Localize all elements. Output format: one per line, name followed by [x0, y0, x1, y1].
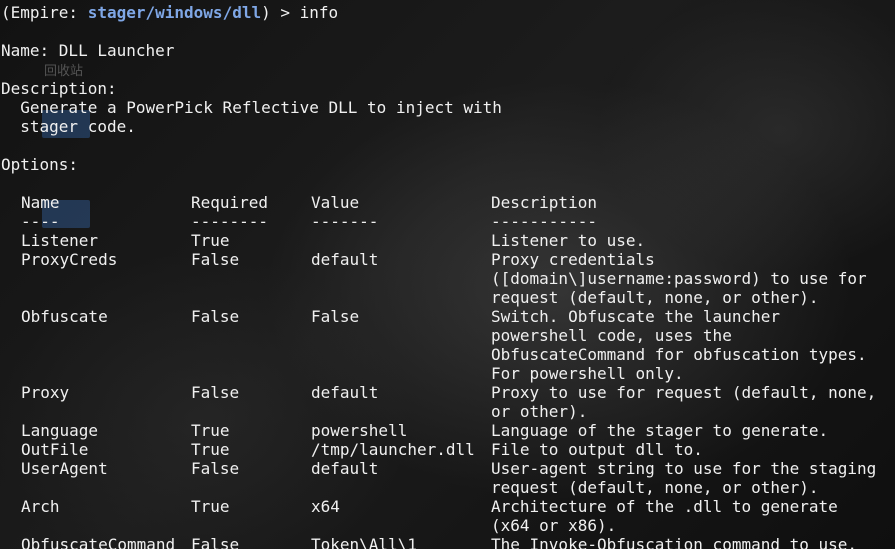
option-description: For powershell only. [491, 364, 684, 383]
option-description: request (default, none, or other). [491, 288, 819, 307]
option-name: Obfuscate [21, 307, 108, 326]
option-value: /tmp/launcher.dll [311, 440, 475, 459]
option-description: User-agent string to use for the staging [491, 459, 877, 478]
description-line: Generate a PowerPick Reflective DLL to i… [1, 98, 502, 117]
option-required: False [191, 307, 240, 326]
option-name: UserAgent [21, 459, 108, 478]
description-line: stager code. [1, 117, 136, 136]
option-description: Proxy credentials [491, 250, 655, 269]
option-description: Proxy to use for request (default, none, [491, 383, 877, 402]
option-name: ProxyCreds [21, 250, 118, 269]
option-value: default [311, 459, 379, 478]
option-required: True [191, 421, 230, 440]
option-required: True [191, 231, 230, 250]
option-required: False [191, 459, 240, 478]
option-value: False [311, 307, 360, 326]
prompt-module: stager/windows/dll [87, 3, 262, 22]
option-description: Listener to use. [491, 231, 646, 250]
option-name: Language [21, 421, 99, 440]
option-value: default [311, 250, 379, 269]
option-description: ObfuscateCommand for obfuscation types. [491, 345, 867, 364]
option-value: x64 [311, 497, 340, 516]
module-name: Name: DLL Launcher [1, 41, 175, 60]
column-underline: ------- [311, 212, 379, 231]
option-required: False [191, 383, 240, 402]
option-description: Language of the stager to generate. [491, 421, 829, 440]
option-name: Arch [21, 497, 60, 516]
column-header-name: Name [21, 193, 60, 212]
column-underline: ---- [21, 212, 60, 231]
option-required: False [191, 535, 240, 549]
option-required: True [191, 497, 230, 516]
option-name: Listener [21, 231, 99, 250]
option-description: or other). [491, 402, 588, 421]
column-header-value: Value [311, 193, 360, 212]
option-description: Switch. Obfuscate the launcher [491, 307, 780, 326]
column-underline: -------- [191, 212, 269, 231]
terminal-window[interactable]: 回收站 (Empire: stager/windows/dll) > info … [0, 0, 895, 549]
recycle-bin-label: 回收站 [44, 64, 84, 79]
option-required: False [191, 250, 240, 269]
option-name: OutFile [21, 440, 89, 459]
option-description: File to output dll to. [491, 440, 703, 459]
option-description: Architecture of the .dll to generate [491, 497, 838, 516]
option-name: ObfuscateCommand [21, 535, 176, 549]
option-description: ([domain\]username:password) to use for [491, 269, 867, 288]
options-header: Options: [1, 155, 79, 174]
option-value: default [311, 383, 379, 402]
option-description: request (default, none, or other). [491, 478, 819, 497]
command-prompt: (Empire: stager/windows/dll) > info [1, 3, 338, 22]
column-underline: ----------- [491, 212, 597, 231]
option-description: The Invoke-Obfuscation command to use. [491, 535, 858, 549]
option-required: True [191, 440, 230, 459]
prompt-open: (Empire: [1, 3, 88, 22]
column-header-description: Description [491, 193, 597, 212]
option-description: powershell code, uses the [491, 326, 732, 345]
prompt-command: info [299, 3, 339, 22]
option-value: powershell [311, 421, 408, 440]
description-header: Description: [1, 79, 117, 98]
column-header-required: Required [191, 193, 269, 212]
prompt-close: ) > [261, 3, 300, 22]
option-name: Proxy [21, 383, 70, 402]
option-value: Token\All\1 [311, 535, 417, 549]
option-description: (x64 or x86). [491, 516, 617, 535]
